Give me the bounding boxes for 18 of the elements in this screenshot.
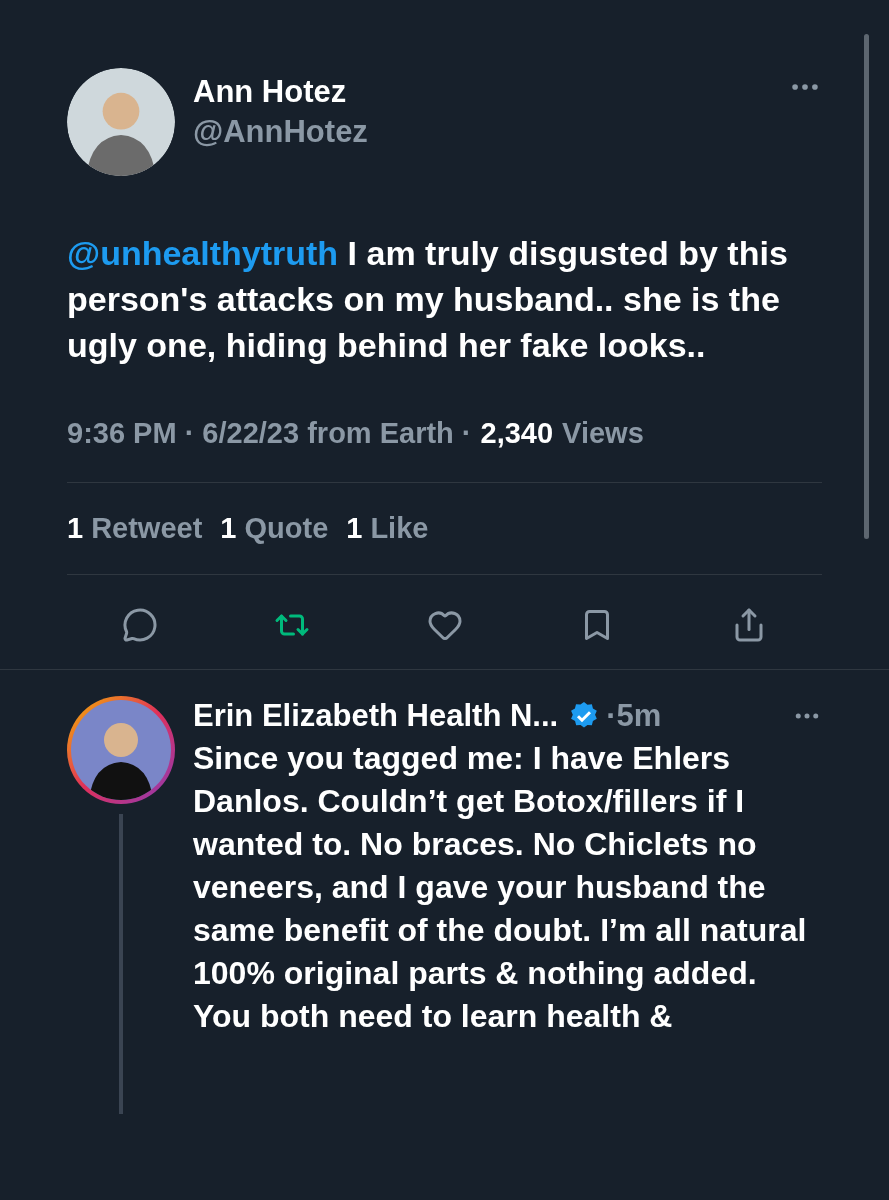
views-label: Views [562,416,644,451]
timestamp: 9:36 PM · 6/22/23 from Earth · [67,416,472,451]
views-count: 2,340 [480,416,554,451]
reply-text: Since you tagged me: I have Ehlers Danlos. Couldn’t get Botox/fillers if I wanted to. No braces. No Chiclets no veneers, and I gave your husband the same benefit of the doubt. I’m all natural 100% original parts & nothing added. You both need to learn health & [193,739,808,1036]
stat-label[interactable]: Like [370,506,429,550]
reply-author-name[interactable]: Erin Elizabeth Health N... [193,696,559,736]
reply-time: ·5m [606,697,662,735]
stat-count: 1 [220,510,237,546]
reply-icon[interactable] [122,607,158,643]
mention-link[interactable]: @unhealthytruth [67,234,339,272]
stat-count: 1 [346,510,363,546]
author-handle[interactable]: @AnnHotez [193,112,770,152]
author-name[interactable]: Ann Hotez [193,72,770,112]
stat-count: 1 [67,510,84,546]
scrollbar[interactable] [864,34,869,539]
stat-label[interactable]: Retweet [91,506,203,550]
tweet-text: @unhealthytruth I am truly disgusted by this person's attacks on my husband.. she is the ugly one, hiding behind her fake looks.. [67,233,789,366]
stat-label[interactable]: Quote [244,506,329,550]
